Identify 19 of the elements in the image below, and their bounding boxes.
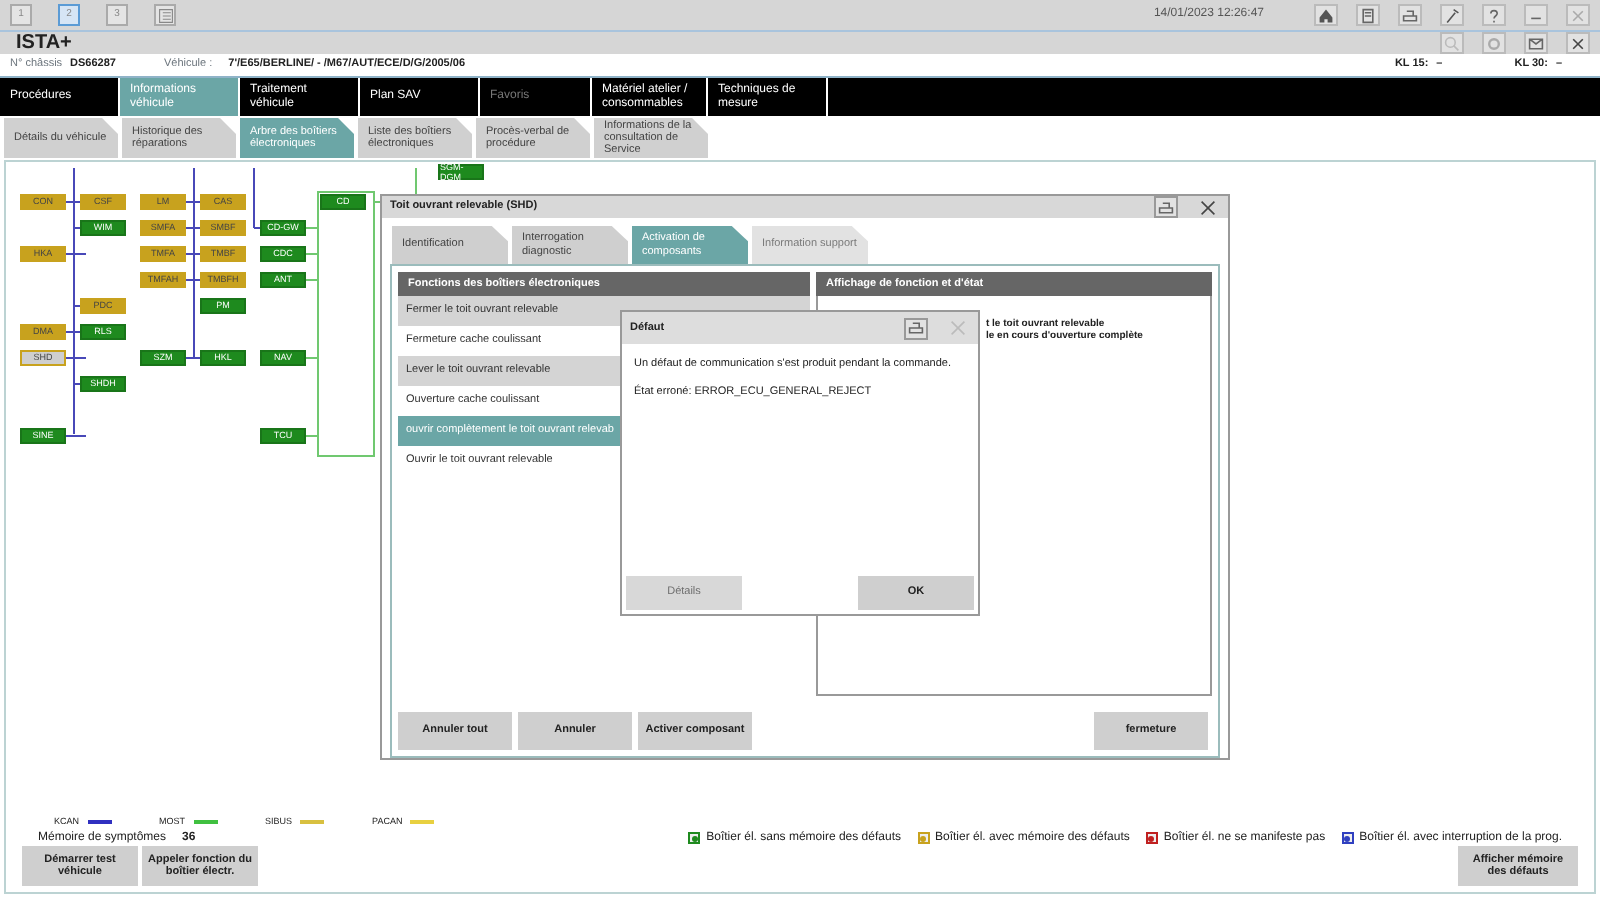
app-title: ISTA+ [14, 31, 72, 55]
printer-button[interactable] [1398, 4, 1422, 26]
home-button[interactable] [1314, 4, 1338, 26]
search-icon [1444, 35, 1460, 51]
close-button[interactable] [1566, 32, 1590, 54]
print-button[interactable] [904, 317, 928, 339]
mail-icon [1528, 35, 1544, 51]
home-icon [1318, 7, 1334, 23]
help-button[interactable] [1482, 4, 1506, 26]
close-button[interactable] [1196, 196, 1220, 218]
list-button[interactable] [154, 4, 176, 26]
print-button[interactable] [1154, 196, 1178, 218]
document-icon [1360, 7, 1376, 23]
mail-button[interactable] [1524, 32, 1548, 54]
printer-icon [1402, 7, 1418, 23]
close-icon [1570, 7, 1586, 23]
document-button[interactable] [1356, 4, 1380, 26]
help-icon [1486, 7, 1502, 23]
close-icon [1570, 35, 1586, 51]
